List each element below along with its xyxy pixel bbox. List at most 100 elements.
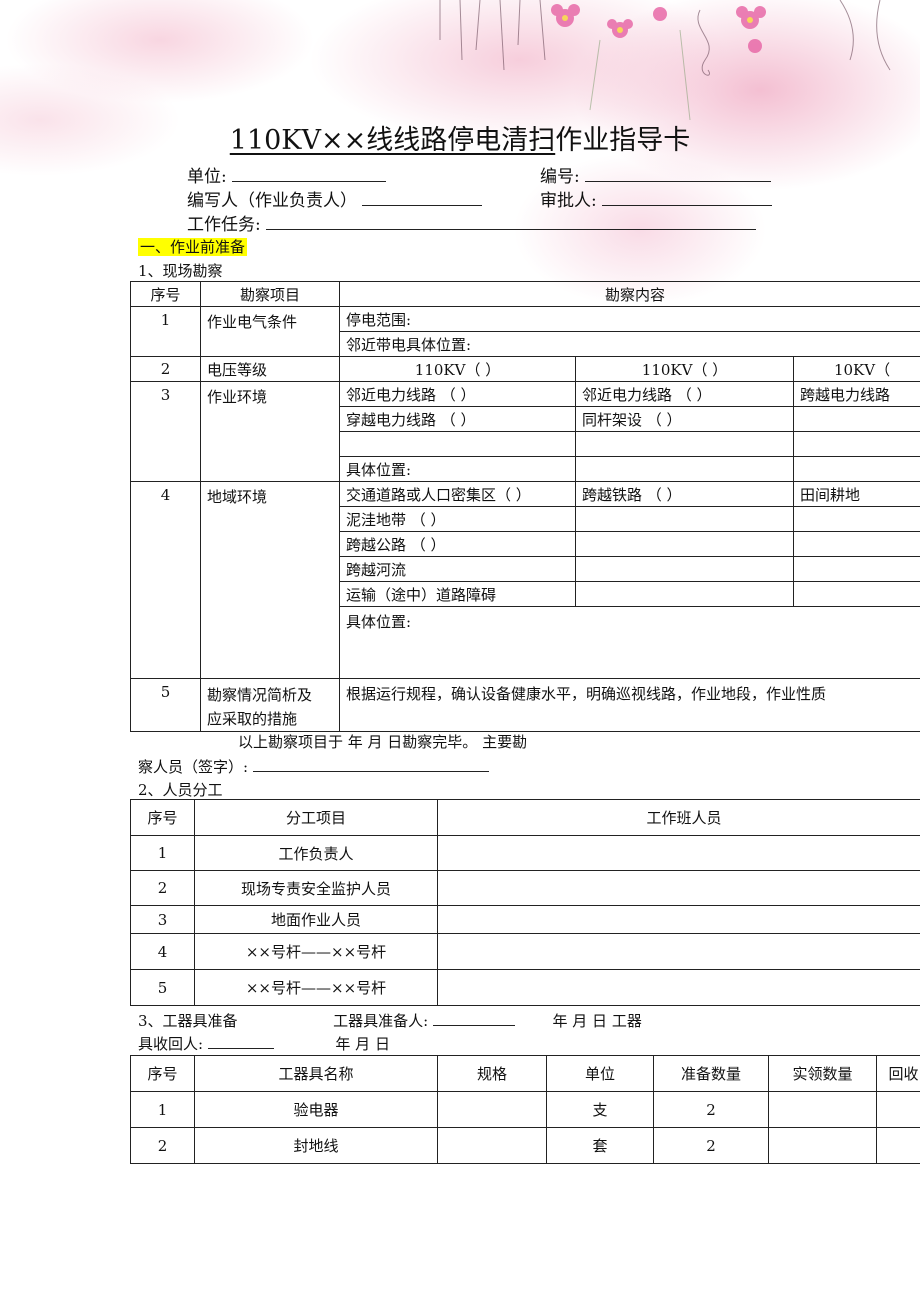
- table-row: 4 ××号杆——××号杆: [130, 933, 920, 970]
- author-field[interactable]: [362, 204, 483, 206]
- empty-cell[interactable]: [792, 556, 920, 582]
- header-cell: 工作班人员: [437, 799, 920, 836]
- survey-item: 电压等级: [200, 356, 340, 382]
- voltage-option[interactable]: 110KV（ ）: [339, 356, 576, 382]
- author-row: 编写人（作业负责人）: [187, 186, 483, 211]
- empty-cell[interactable]: [792, 406, 920, 432]
- row-number: 2: [130, 870, 195, 906]
- header-cell: 勘察内容: [338, 281, 920, 307]
- tool-spec[interactable]: [437, 1127, 547, 1164]
- voltage-option[interactable]: 110KV（ ）: [575, 356, 794, 382]
- env-option[interactable]: 跨越电力线路: [792, 381, 920, 407]
- table-row: 2 封地线 套 2: [130, 1127, 920, 1164]
- region-option[interactable]: 泥洼地带 （ ）: [339, 506, 576, 532]
- empty-cell[interactable]: [575, 456, 794, 482]
- approver-field[interactable]: [602, 204, 773, 206]
- unit-field[interactable]: [232, 180, 387, 182]
- env-option[interactable]: 同杆架设 （ ）: [575, 406, 794, 432]
- survey-sign-row: 察人员（签字）:: [138, 756, 489, 777]
- staff-cell[interactable]: [437, 933, 920, 970]
- table-row: 1 作业电气条件 停电范围:: [130, 306, 920, 357]
- tool-returned[interactable]: [876, 1127, 920, 1164]
- empty-cell[interactable]: [575, 556, 794, 582]
- header-cell: 勘察项目: [200, 281, 340, 307]
- survey-sign-label: 察人员（签字）:: [138, 758, 249, 776]
- role-name: 工作负责人: [194, 835, 438, 871]
- tool-spec[interactable]: [437, 1091, 547, 1128]
- tool-name: 封地线: [194, 1127, 438, 1164]
- tools-table: 序号 工器具名称 规格 单位 准备数量 实领数量 回收 1 验电器 支 2 2 …: [130, 1055, 920, 1164]
- tools-preparer-field[interactable]: [432, 1024, 515, 1026]
- region-option[interactable]: 跨越河流: [339, 556, 576, 582]
- title-underlined: 110KV××线线路停电清扫: [229, 125, 556, 156]
- tools-preparer-label: 工器具准备人:: [333, 1012, 429, 1030]
- empty-cell[interactable]: [575, 506, 794, 532]
- tool-received-qty[interactable]: [768, 1091, 877, 1128]
- role-name: 地面作业人员: [194, 905, 438, 934]
- role-name: ××号杆——××号杆: [194, 933, 438, 970]
- region-option[interactable]: 运输（途中）道路障碍: [339, 581, 576, 607]
- table-row: 1 验电器 支 2: [130, 1091, 920, 1128]
- tools-line-1: 3、工器具准备 工器具准备人: 年 月 日 工器: [138, 1010, 642, 1031]
- empty-cell[interactable]: [792, 431, 920, 457]
- header-cell: 实领数量: [768, 1055, 877, 1092]
- tool-received-qty[interactable]: [768, 1127, 877, 1164]
- row-number: 3: [130, 905, 195, 934]
- region-option[interactable]: 跨越公路 （ ）: [339, 531, 576, 557]
- table-row: 4 地域环境 交通道路或人口密集区（ ） 跨越铁路 （ ） 田间耕地: [130, 481, 920, 679]
- table-row: 2 现场专责安全监护人员: [130, 870, 920, 906]
- env-option[interactable]: 邻近电力线路 （ ）: [575, 381, 794, 407]
- tool-returned[interactable]: [876, 1091, 920, 1128]
- section-heading-text: 一、作业前准备: [138, 238, 248, 256]
- staff-heading: 2、人员分工: [138, 781, 223, 799]
- table-row: 3 地面作业人员: [130, 905, 920, 934]
- location-label[interactable]: 具体位置:: [338, 606, 920, 679]
- measures-content[interactable]: 根据运行规程，确认设备健康水平，明确巡视线路，作业地段，作业性质: [338, 678, 920, 732]
- survey-sign-field[interactable]: [252, 770, 489, 772]
- role-name: ××号杆——××号杆: [194, 969, 438, 1006]
- survey-content[interactable]: 邻近带电具体位置:: [338, 331, 920, 357]
- empty-cell[interactable]: [575, 531, 794, 557]
- tool-name: 验电器: [194, 1091, 438, 1128]
- table-header-row: 序号 工器具名称 规格 单位 准备数量 实领数量 回收: [130, 1055, 920, 1092]
- region-option[interactable]: 跨越铁路 （ ）: [575, 481, 794, 507]
- survey-table: 序号 勘察项目 勘察内容 1 作业电气条件 停电范围: 邻近带电具体位置: 2 …: [130, 281, 920, 732]
- staff-cell[interactable]: [437, 870, 920, 906]
- empty-cell[interactable]: [575, 431, 794, 457]
- staff-cell[interactable]: [437, 905, 920, 934]
- table-row: 1 工作负责人: [130, 835, 920, 871]
- table-header-row: 序号 勘察项目 勘察内容: [130, 281, 920, 307]
- tools-return-date: 年 月 日: [335, 1035, 390, 1053]
- empty-cell[interactable]: [792, 531, 920, 557]
- row-number: 5: [130, 678, 201, 732]
- survey-content[interactable]: 停电范围:: [338, 306, 920, 332]
- empty-cell[interactable]: [575, 581, 794, 607]
- row-number: 5: [130, 969, 195, 1006]
- env-option[interactable]: 邻近电力线路 （ ）: [339, 381, 576, 407]
- empty-cell[interactable]: [792, 456, 920, 482]
- task-row: 工作任务:: [187, 210, 757, 235]
- staff-cell[interactable]: [437, 969, 920, 1006]
- region-option[interactable]: 交通道路或人口密集区（ ）: [339, 481, 576, 507]
- page-title: 110KV××线线路停电清扫作业指导卡: [0, 118, 920, 157]
- survey-item-line: 应采取的措施: [207, 710, 298, 728]
- number-field[interactable]: [585, 180, 772, 182]
- header-cell: 序号: [130, 799, 195, 836]
- header-cell: 准备数量: [653, 1055, 769, 1092]
- survey-item: 作业电气条件: [200, 306, 340, 357]
- voltage-option[interactable]: 10KV（: [792, 356, 920, 382]
- task-field[interactable]: [266, 228, 757, 230]
- env-option[interactable]: 穿越电力线路 （ ）: [339, 406, 576, 432]
- region-option[interactable]: 田间耕地: [792, 481, 920, 507]
- empty-cell[interactable]: [792, 506, 920, 532]
- task-label: 工作任务:: [187, 215, 261, 235]
- staff-table: 序号 分工项目 工作班人员 1 工作负责人 2 现场专责安全监护人员 3 地面作…: [130, 799, 920, 1006]
- empty-cell[interactable]: [339, 431, 576, 457]
- header-cell: 单位: [546, 1055, 654, 1092]
- empty-cell[interactable]: [792, 581, 920, 607]
- tools-return-label: 具收回人:: [138, 1035, 204, 1053]
- location-label[interactable]: 具体位置:: [339, 456, 576, 482]
- tools-return-field[interactable]: [207, 1047, 274, 1049]
- staff-cell[interactable]: [437, 835, 920, 871]
- tools-prep-date: 年 月 日 工器: [552, 1012, 642, 1030]
